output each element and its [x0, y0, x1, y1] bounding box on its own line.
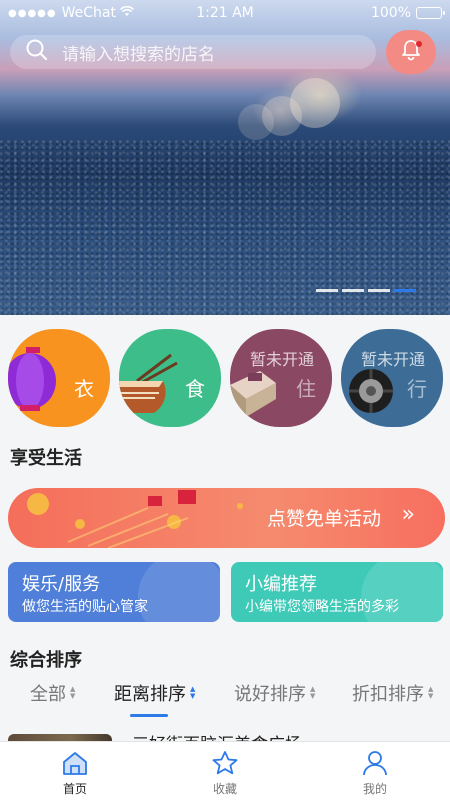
sort-arrows-icon: ▲ ▼	[310, 685, 316, 700]
status-bar: ●●●●● WeChat 1:21 AM 100%	[0, 0, 450, 26]
notification-button[interactable]	[386, 30, 436, 74]
lantern-icon	[8, 347, 56, 411]
sort-arrows-icon: ▲ ▼	[190, 685, 196, 700]
tab-label: 我的	[362, 782, 387, 796]
category-clothing[interactable]: 衣	[8, 329, 110, 427]
signal-icon: ●●●●●	[8, 7, 57, 19]
section-title-ranking: 综合排序	[10, 650, 82, 671]
notification-badge	[416, 41, 422, 47]
user-icon	[363, 751, 387, 776]
home-icon	[63, 752, 87, 775]
tab-label: 距离排序	[114, 684, 186, 705]
tab-discount[interactable]: 折扣排序 ▲ ▼	[352, 680, 433, 706]
tab-label: 说好排序	[234, 684, 306, 705]
tab-label: 全部	[30, 684, 66, 705]
wifi-icon	[120, 5, 134, 21]
category-label: 行	[407, 377, 427, 401]
card-editor-picks[interactable]: 小编推荐 小编带您领略生活的多彩	[231, 562, 443, 622]
category-row: 衣 食 暂未开通 住 暂未开通 行	[0, 325, 450, 427]
chevron-right-icon: »	[401, 502, 415, 527]
star-icon	[212, 751, 238, 775]
tab-label: 收藏	[212, 782, 237, 796]
sort-arrows-icon: ▲ ▼	[428, 685, 434, 700]
tire-icon	[349, 369, 393, 413]
battery-icon	[416, 7, 445, 19]
category-label: 住	[296, 377, 316, 401]
promo-banner[interactable]: 点赞免单活动 »	[8, 488, 445, 548]
search-placeholder: 请输入想搜索的店名	[62, 44, 215, 65]
bed-icon	[230, 371, 276, 417]
section-title-life: 享受生活	[10, 448, 82, 469]
category-travel[interactable]: 暂未开通 行	[341, 329, 443, 427]
tab-all[interactable]: 全部 ▲ ▼	[30, 680, 75, 706]
pager-dot[interactable]	[316, 289, 338, 292]
carrier-label: WeChat	[61, 5, 116, 21]
category-label: 食	[185, 377, 205, 401]
card-subtitle: 做您生活的贴心管家	[22, 599, 148, 615]
tab-favorites[interactable]: 收藏	[150, 742, 300, 800]
coin-deco-icon	[27, 490, 243, 548]
bottom-tab-bar: 首页 收藏 我的	[0, 741, 450, 800]
tab-rating[interactable]: 说好排序 ▲ ▼	[234, 680, 315, 706]
category-lodging[interactable]: 暂未开通 住	[230, 329, 332, 427]
active-tab-indicator	[130, 714, 168, 717]
sort-arrows-icon: ▲ ▼	[70, 685, 76, 700]
tab-home[interactable]: 首页	[0, 742, 150, 800]
category-label: 衣	[74, 377, 94, 401]
tab-label: 首页	[62, 782, 87, 796]
tab-profile[interactable]: 我的	[300, 742, 450, 800]
pager-dot[interactable]	[368, 289, 390, 292]
card-title: 娱乐/服务	[22, 574, 101, 595]
card-title: 小编推荐	[245, 574, 317, 595]
carousel-pager	[316, 289, 416, 292]
pager-dot-active[interactable]	[394, 289, 416, 292]
noodle-bowl-icon	[119, 353, 178, 413]
card-subtitle: 小编带您领略生活的多彩	[245, 599, 399, 615]
tab-distance[interactable]: 距离排序 ▲ ▼	[114, 680, 195, 706]
category-food[interactable]: 食	[119, 329, 221, 427]
search-input[interactable]: 请输入想搜索的店名	[10, 35, 376, 69]
card-entertainment[interactable]: 娱乐/服务 做您生活的贴心管家	[8, 562, 220, 622]
sort-tabs: 全部 ▲ ▼ 距离排序 ▲ ▼ 说好排序 ▲ ▼ 折扣排序 ▲ ▼	[0, 680, 450, 718]
search-icon	[26, 39, 48, 65]
promo-banner-text: 点赞免单活动	[266, 508, 381, 530]
pager-dot[interactable]	[342, 289, 364, 292]
tab-label: 折扣排序	[352, 684, 424, 705]
battery-percent: 100%	[370, 5, 411, 21]
